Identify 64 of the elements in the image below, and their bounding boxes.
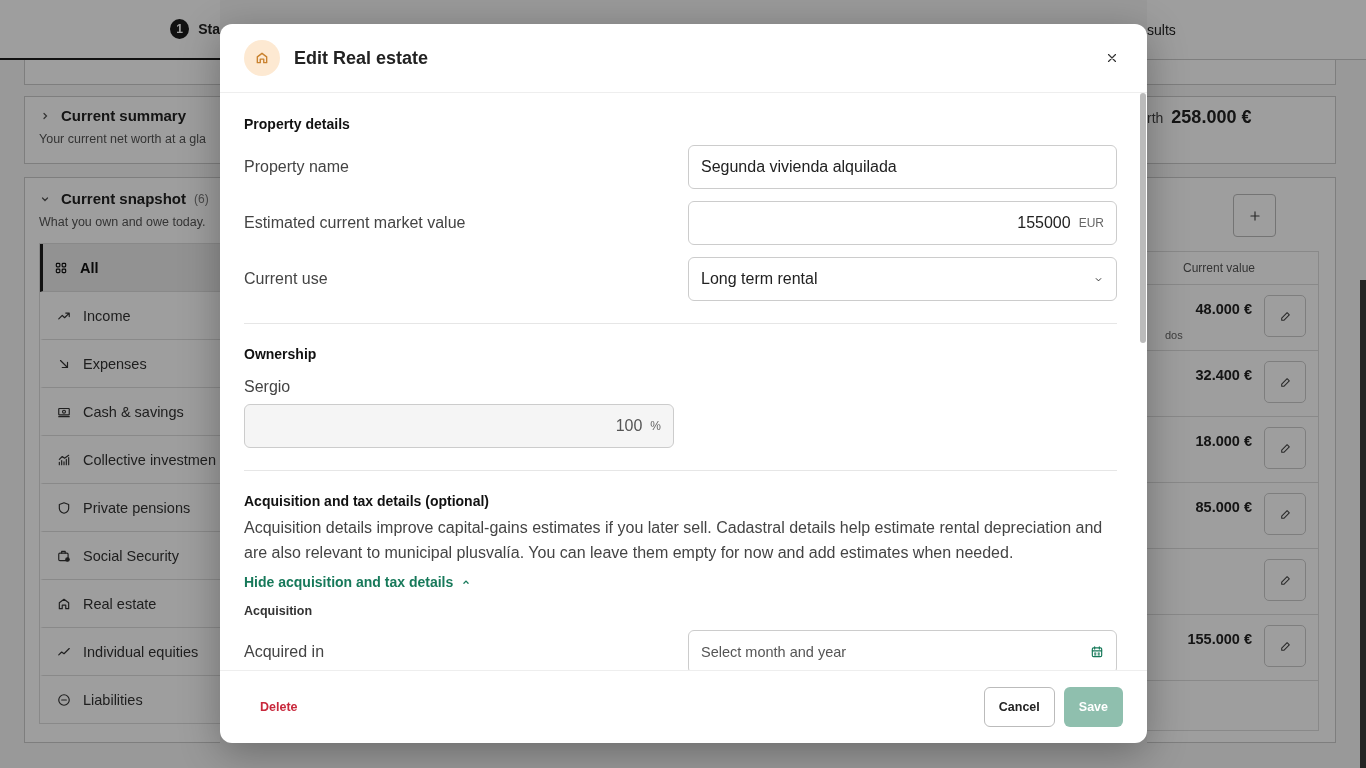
value-cell-text: 18.000 € [1195, 433, 1252, 451]
step-label[interactable]: Sta [198, 21, 220, 37]
delete-button[interactable]: Delete [256, 696, 302, 718]
field-label: Sergio [244, 378, 292, 396]
card-title: Current snapshot [61, 190, 186, 207]
scrollbar[interactable] [1140, 93, 1146, 343]
edit-button[interactable] [1264, 493, 1306, 535]
pencil-icon [1278, 375, 1292, 389]
net-worth-label: rth [1147, 110, 1164, 126]
category-item[interactable]: All [40, 244, 220, 292]
add-button[interactable] [1233, 194, 1276, 237]
pencil-icon [1278, 573, 1292, 587]
section-heading: Property details [244, 116, 351, 132]
card-subtitle: What you own and owe today. [39, 215, 207, 229]
column-header: Current value [1183, 261, 1256, 275]
section-heading: Acquisition and tax details (optional) [244, 493, 490, 509]
subsection-heading: Acquisition [244, 604, 314, 618]
grid-icon [54, 260, 68, 275]
card-title: Current summary [61, 107, 187, 124]
field-label: Acquired in [244, 643, 326, 661]
step-label[interactable]: sults [1147, 21, 1176, 38]
close-icon [1105, 51, 1119, 65]
category-item[interactable]: Liabilities [40, 676, 220, 723]
edit-button[interactable] [1264, 625, 1306, 667]
field-label: Estimated current market value [244, 214, 467, 232]
select-field[interactable]: Long term rental [688, 257, 1117, 301]
field-label: Current use [244, 270, 329, 288]
value-cell-text: 85.000 € [1195, 499, 1252, 517]
count-label: (6) [194, 191, 209, 206]
house-icon [57, 596, 71, 611]
briefcase-icon [57, 548, 71, 563]
bar-chart-icon [57, 452, 71, 467]
date-field[interactable]: Select month and year [688, 630, 1117, 670]
row-note: dos [1165, 329, 1183, 341]
value-cell-text: 155.000 € [1187, 631, 1252, 649]
section-heading: Ownership [244, 346, 318, 362]
minus-circle-icon [57, 692, 71, 707]
card-subtitle: Your current net worth at a gla [39, 132, 207, 146]
calendar-icon [1090, 645, 1104, 659]
pencil-icon [1278, 507, 1292, 521]
unit-label: EUR [1078, 216, 1104, 230]
number-field[interactable]: 155000 EUR [688, 201, 1117, 245]
edit-button[interactable] [1264, 427, 1306, 469]
step-number: 1 [170, 19, 190, 39]
value-cell-text: 48.000 € [1195, 301, 1252, 319]
pencil-icon [1278, 441, 1292, 455]
text-field[interactable]: Segunda vivienda alquilada [688, 145, 1117, 189]
field-label: Property name [244, 158, 350, 176]
edit-button[interactable] [1264, 559, 1306, 601]
pencil-icon [1278, 639, 1292, 653]
shield-icon [57, 500, 71, 515]
edit-button[interactable] [1264, 295, 1306, 337]
plus-icon [1247, 208, 1262, 223]
section-description: Acquisition details improve capital-gains estimates if you later sell. Cadastral details help estimate rental depreciation and are also relevant to municipal plusvalía. You can leave them empty for now and add estimates when needed. [244, 518, 1104, 563]
net-worth-value: 258.000 € [1171, 107, 1252, 128]
details-toggle-link[interactable]: Hide acquisition and tax details [244, 574, 472, 590]
cancel-button[interactable]: Cancel [983, 687, 1055, 727]
value-cell-text: 32.400 € [1195, 367, 1252, 385]
house-icon [244, 40, 280, 76]
unit-label: % [650, 419, 661, 433]
dialog-title: Edit Real estate [294, 47, 430, 69]
pencil-icon [1278, 309, 1292, 323]
edit-button[interactable] [1264, 361, 1306, 403]
scrollbar[interactable] [1360, 280, 1366, 768]
